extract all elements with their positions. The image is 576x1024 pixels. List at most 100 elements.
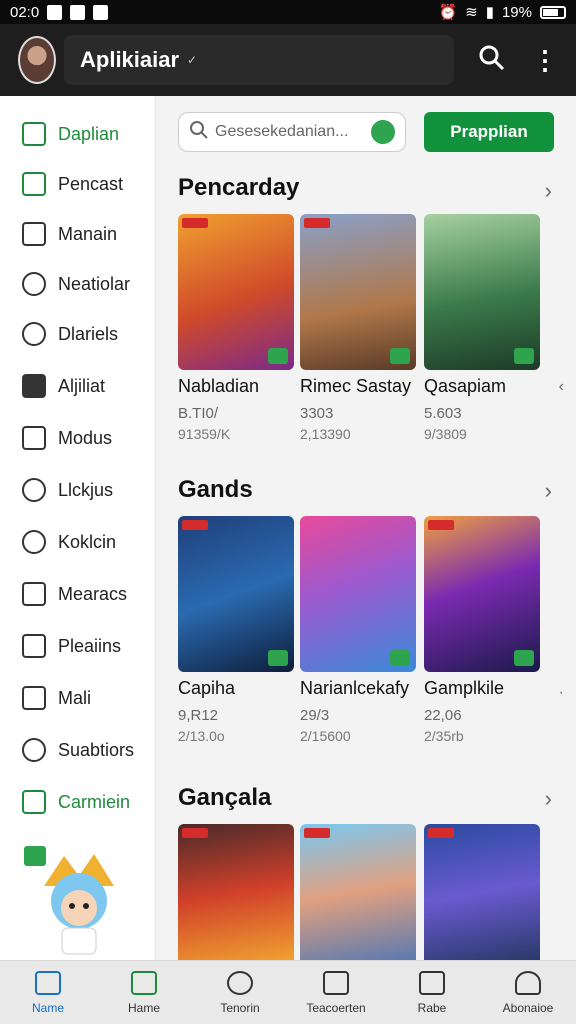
game-name: Capiha bbox=[178, 678, 236, 698]
sidebar-item-13[interactable]: Suabtiors bbox=[22, 734, 134, 766]
tab-label: Abonaioe bbox=[502, 1000, 554, 1015]
game-card[interactable]: Narianlcekafy 29/3 2/15600 bbox=[300, 516, 416, 744]
game-name: Rimec Sastay bbox=[300, 376, 412, 396]
sidebar-item-label: Aljiliat bbox=[58, 375, 106, 396]
sidebar-item-3[interactable]: Manain bbox=[22, 218, 117, 250]
main-content: Gesesekedanian... Prapplian Pencarday › … bbox=[160, 96, 576, 960]
game-sub-stat: 9/3809 bbox=[424, 426, 467, 442]
more-options-icon[interactable]: ⋮ bbox=[532, 47, 558, 73]
sidebar-item-8[interactable]: Llckjus bbox=[22, 474, 113, 506]
clock-icon bbox=[227, 970, 253, 995]
download-badge-icon bbox=[390, 348, 410, 364]
sidebar-item-label: Carmiein bbox=[58, 791, 131, 812]
game-stat: 22,06 bbox=[424, 707, 462, 724]
tab-home[interactable]: Name bbox=[0, 961, 96, 1024]
game-card[interactable]: Rimec Sastay 3303 2,13390 bbox=[300, 214, 416, 442]
profile-icon bbox=[515, 970, 541, 995]
app-icon bbox=[22, 122, 46, 146]
alarm-icon: ⏰ bbox=[438, 4, 458, 21]
account-switcher[interactable]: Aplikiaiar ✓ bbox=[64, 35, 454, 85]
download-badge-icon bbox=[514, 650, 534, 666]
sidebar-item-1[interactable]: Daplian bbox=[22, 118, 119, 150]
sidebar-item-11[interactable]: Pleaiins bbox=[22, 630, 121, 662]
game-sub-stat: 91359/K bbox=[178, 426, 231, 442]
search-icon[interactable] bbox=[478, 44, 506, 77]
games-icon bbox=[131, 970, 157, 995]
tab-recent[interactable]: Tenorin bbox=[192, 961, 288, 1024]
sidebar-item-label: Dlariels bbox=[58, 323, 119, 344]
sidebar-item-label: Llckjus bbox=[58, 479, 114, 500]
home-icon bbox=[35, 970, 61, 995]
game-sub-stat: 2/13.0o bbox=[178, 728, 225, 744]
game-thumbnail bbox=[178, 214, 294, 370]
sidebar-item-12[interactable]: Mali bbox=[22, 682, 91, 714]
status-bar: 02:0 ⏰ ≋ ▮ 19% bbox=[0, 0, 576, 24]
power-icon bbox=[22, 530, 46, 554]
card-icon bbox=[22, 582, 46, 606]
app-notification-icon bbox=[93, 4, 109, 20]
download-badge-icon bbox=[268, 650, 288, 666]
game-name: Narianlcekafy bbox=[300, 678, 410, 698]
game-card[interactable]: Nabladian B.TI0/ 91359/K bbox=[178, 214, 294, 442]
search-icon bbox=[22, 738, 46, 762]
tag-badge bbox=[182, 828, 208, 838]
sidebar-item-2[interactable]: Pencast bbox=[22, 168, 123, 200]
sidebar-item-label: Daplian bbox=[58, 123, 120, 144]
game-card[interactable] bbox=[300, 824, 416, 960]
tab-notes[interactable]: Rabe bbox=[384, 961, 480, 1024]
avatar[interactable] bbox=[18, 36, 56, 84]
game-card[interactable]: Qasapiam 5.603 9/3809 bbox=[424, 214, 540, 442]
sidebar-item-10[interactable]: Mearacs bbox=[22, 578, 127, 610]
primary-button[interactable]: Prapplian bbox=[424, 112, 554, 152]
battery-icon bbox=[540, 5, 566, 19]
sidebar-item-9[interactable]: Koklcin bbox=[22, 526, 116, 558]
tab-label: Tenorin bbox=[220, 1000, 260, 1015]
chevron-right-icon[interactable]: › bbox=[545, 178, 552, 204]
tag-badge bbox=[182, 520, 208, 530]
tag-badge bbox=[304, 828, 330, 838]
tab-label: Hame bbox=[127, 1000, 160, 1015]
game-stat: 5.603 bbox=[424, 405, 462, 422]
sidebar-item-5[interactable]: Dlariels bbox=[22, 318, 118, 350]
mic-icon[interactable] bbox=[371, 120, 395, 144]
download-badge-icon bbox=[514, 348, 534, 364]
sidebar-item-label: Manain bbox=[58, 223, 118, 244]
game-sub-stat: 2,13390 bbox=[300, 426, 351, 442]
game-card[interactable] bbox=[178, 824, 294, 960]
tab-label: Teacoerten bbox=[306, 1000, 366, 1015]
notification-icon bbox=[47, 4, 63, 20]
tag-badge bbox=[304, 218, 330, 228]
game-stat: 29/3 bbox=[300, 707, 330, 724]
app-bar: Aplikiaiar ✓ ⋮ bbox=[0, 24, 576, 96]
sidebar-item-14[interactable]: Carmiein bbox=[22, 786, 130, 818]
tab-profile[interactable]: Abonaioe bbox=[480, 961, 576, 1024]
game-thumbnail bbox=[178, 516, 294, 672]
more-indicator: · bbox=[558, 684, 564, 701]
game-card[interactable]: Capiha 9,R12 2/13.0o bbox=[178, 516, 294, 744]
sidebar-item-6[interactable]: Aljiliat bbox=[22, 370, 105, 402]
sidebar-item-4[interactable]: Neatiolar bbox=[22, 268, 130, 300]
game-card[interactable] bbox=[424, 824, 540, 960]
mail-icon bbox=[22, 686, 46, 710]
tab-games[interactable]: Hame bbox=[96, 961, 192, 1024]
search-field[interactable]: Gesesekedanian... bbox=[178, 112, 406, 152]
sidebar-item-label: Koklcin bbox=[58, 531, 117, 552]
game-thumbnail bbox=[424, 214, 540, 370]
game-thumbnail bbox=[300, 516, 416, 672]
square-icon bbox=[22, 426, 46, 450]
game-thumbnail bbox=[424, 516, 540, 672]
chevron-right-icon[interactable]: › bbox=[545, 478, 552, 504]
tab-edit[interactable]: Teacoerten bbox=[288, 961, 384, 1024]
chevron-right-icon[interactable]: › bbox=[545, 786, 552, 812]
game-sub-stat: 2/15600 bbox=[300, 728, 351, 744]
sidebar-item-label: Pencast bbox=[58, 173, 124, 194]
game-name: Qasapiam bbox=[424, 376, 507, 396]
sidebar-item-7[interactable]: Modus bbox=[22, 422, 112, 454]
game-stat: 9,R12 bbox=[178, 707, 219, 724]
notes-icon bbox=[419, 970, 445, 995]
game-card[interactable]: Gamplkile 22,06 2/35rb bbox=[424, 516, 540, 744]
game-stat: B.TI0/ bbox=[178, 405, 219, 422]
status-left: 02:0 bbox=[10, 4, 109, 21]
signal-icon: ▮ bbox=[485, 4, 494, 21]
game-thumbnail bbox=[300, 214, 416, 370]
